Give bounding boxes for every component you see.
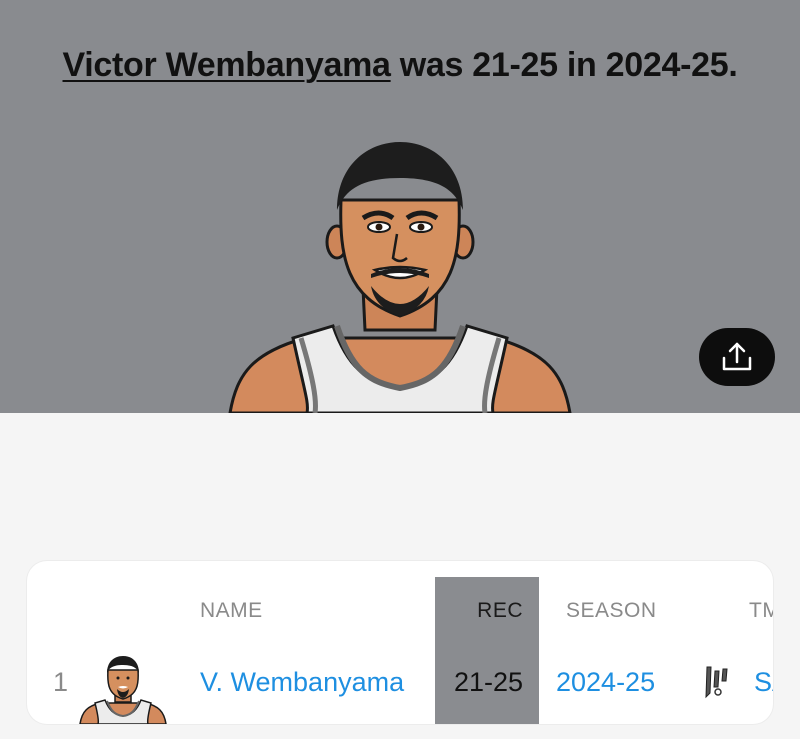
share-button[interactable] bbox=[699, 328, 775, 386]
player-name-link[interactable]: Victor Wembanyama bbox=[63, 46, 391, 84]
record-cell: 21-25 bbox=[453, 667, 523, 697]
column-header-rec[interactable]: REC bbox=[435, 599, 523, 623]
player-avatar bbox=[79, 656, 167, 724]
player-name-cell[interactable]: V. Wembanyama bbox=[200, 667, 404, 698]
row-rank: 1 bbox=[53, 667, 69, 697]
column-header-season[interactable]: SEASON bbox=[566, 599, 657, 623]
page-title: Victor Wembanyama was 21-25 in 2024-25. bbox=[0, 46, 800, 85]
page-title-text: was 21-25 in 2024-25. bbox=[390, 46, 738, 84]
season-cell[interactable]: 2024-25 bbox=[556, 667, 655, 698]
share-upload-icon bbox=[722, 342, 752, 371]
column-header-name[interactable]: NAME bbox=[200, 599, 263, 623]
hero-banner: Victor Wembanyama was 21-25 in 2024-25. bbox=[0, 0, 800, 413]
team-cell[interactable]: SAS bbox=[754, 667, 773, 698]
player-portrait bbox=[228, 142, 572, 413]
column-header-tm[interactable]: TM bbox=[749, 599, 773, 623]
results-table: NAME REC SEASON TM 1 V. Wembanyama 21-25… bbox=[27, 561, 773, 724]
spurs-logo-icon bbox=[705, 666, 728, 699]
